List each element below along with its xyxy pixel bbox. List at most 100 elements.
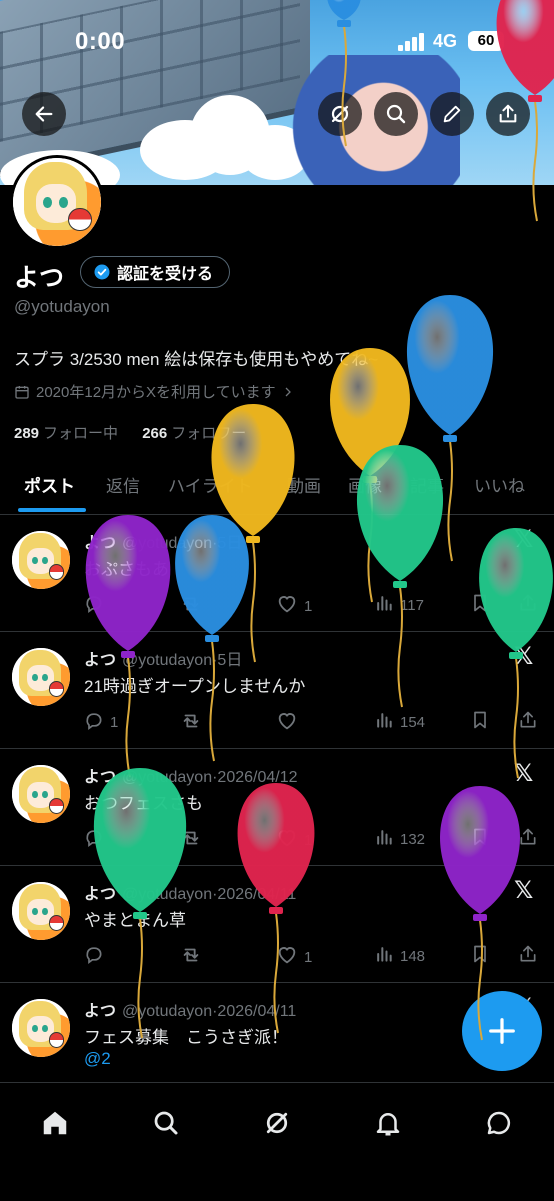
status-bar: 0:00 4G 60 [0, 0, 554, 80]
grok-icon [266, 1112, 288, 1134]
share-button[interactable] [486, 92, 530, 136]
status-time: 0:00 [75, 28, 126, 55]
like-button[interactable]: 1 [276, 827, 312, 853]
like-count: 1 [304, 948, 313, 966]
like-button[interactable]: 1 [276, 593, 312, 619]
retweet-button[interactable] [180, 827, 208, 853]
post[interactable]: よつ @yotudayon·5日 𝕏 おぷさもあ 1 117 [0, 515, 554, 632]
post-author[interactable]: よつ [84, 769, 116, 786]
bookmark-icon [470, 944, 490, 968]
post-author[interactable]: よつ [84, 652, 116, 669]
views-button[interactable]: 148 [374, 944, 425, 968]
post-handle: @yotudayon [122, 769, 213, 786]
post-date[interactable]: 2026/04/12 [217, 769, 297, 786]
profile-name: よつ [14, 264, 65, 292]
home-icon [43, 1111, 67, 1135]
post[interactable]: よつ @yotudayon·5日 𝕏 21時過ぎオープンしませんか 1 154 [0, 632, 554, 749]
post-meta: よつ @yotudayon·2026/04/11 [84, 880, 296, 904]
post-date[interactable]: 5日 [217, 535, 242, 552]
nav-notifications[interactable] [368, 1103, 408, 1143]
reply-icon [84, 593, 104, 617]
tab-highlights[interactable]: ハイライト [168, 472, 253, 497]
profile-avatar[interactable] [10, 155, 104, 249]
followers-link[interactable]: 266 フォロワー [142, 425, 246, 442]
avatar[interactable] [12, 765, 70, 823]
share-post-button[interactable] [518, 593, 538, 617]
nav-home[interactable] [35, 1103, 75, 1143]
bookmark-button[interactable] [470, 710, 490, 734]
post-date[interactable]: 2026/04/11 [217, 1003, 296, 1020]
x-logo-icon[interactable]: 𝕏 [514, 525, 533, 554]
post-author[interactable]: よつ [84, 535, 116, 552]
share-post-button[interactable] [518, 710, 538, 734]
avatar[interactable] [12, 648, 70, 706]
heart-icon [276, 593, 298, 619]
back-button[interactable] [22, 92, 66, 136]
share-icon [499, 104, 517, 123]
post-author[interactable]: よつ [84, 886, 116, 903]
views-button[interactable]: 117 [374, 593, 424, 617]
post-text: フェス募集 こうさぎ派！ [84, 1028, 288, 1047]
avatar[interactable] [12, 999, 70, 1057]
post[interactable]: よつ @yotudayon·2026/04/12 𝕏 おつフェスさも 1 132 [0, 749, 554, 866]
bookmark-button[interactable] [470, 593, 490, 617]
chevron-right-icon [285, 387, 291, 396]
following-link[interactable]: 289 フォロー中 [14, 425, 118, 442]
post-date[interactable]: 5日 [217, 652, 242, 669]
avatar[interactable] [12, 882, 70, 940]
share-post-button[interactable] [518, 944, 538, 968]
x-logo-icon[interactable]: 𝕏 [514, 642, 533, 671]
like-button[interactable] [276, 710, 304, 736]
grok-button[interactable] [318, 92, 362, 136]
nav-messages[interactable] [479, 1103, 519, 1143]
reply-icon [84, 710, 104, 734]
views-button[interactable]: 132 [374, 827, 425, 851]
tab-articles[interactable]: 記事 [410, 472, 444, 497]
heart-icon [276, 827, 298, 853]
search-button[interactable] [374, 92, 418, 136]
share-post-button[interactable] [518, 827, 538, 851]
profile-bio: スプラ 3/2530 men 絵は保存も使用もやめてね~ [14, 350, 379, 369]
retweet-button[interactable] [180, 710, 208, 736]
pencil-icon [443, 105, 461, 123]
edit-button[interactable] [430, 92, 474, 136]
post-text: おつフェスさも [84, 794, 203, 813]
joined-date[interactable]: 2020年12月からXを利用しています [14, 381, 294, 402]
x-logo-icon[interactable]: 𝕏 [514, 876, 533, 905]
share-icon [518, 827, 538, 851]
post-actions: 1 154 [84, 710, 544, 738]
reply-button[interactable] [84, 827, 110, 851]
reply-button[interactable] [84, 593, 110, 617]
bookmark-button[interactable] [470, 944, 490, 968]
retweet-button[interactable] [180, 593, 208, 619]
post-meta: よつ @yotudayon·2026/04/12 [84, 763, 298, 787]
reply-button[interactable]: 1 [84, 710, 118, 734]
reply-button[interactable] [84, 944, 110, 968]
avatar[interactable] [12, 531, 70, 589]
post-mention[interactable]: @2 [84, 1049, 111, 1069]
tab-posts[interactable]: ポスト [24, 472, 75, 497]
retweet-button[interactable] [180, 944, 208, 970]
calendar-icon [15, 385, 29, 399]
nav-grok[interactable] [257, 1103, 297, 1143]
battery-icon: 60 [468, 31, 504, 51]
verify-button[interactable]: 認証を受ける [80, 256, 231, 288]
following-label: フォロー中 [43, 425, 119, 442]
post[interactable]: よつ @yotudayon·2026/04/11 𝕏 やまとまん草 1 148 [0, 866, 554, 983]
nav-search[interactable] [146, 1103, 186, 1143]
post-actions: 1 117 [84, 593, 544, 621]
post-date[interactable]: 2026/04/11 [217, 886, 296, 903]
bookmark-button[interactable] [470, 827, 490, 851]
post-author[interactable]: よつ [84, 1003, 116, 1020]
tab-likes[interactable]: いいね [474, 472, 525, 497]
tab-videos[interactable]: 動画 [287, 472, 321, 497]
tab-replies[interactable]: 返信 [106, 472, 140, 497]
search-icon [386, 104, 406, 124]
x-logo-icon[interactable]: 𝕏 [514, 759, 533, 788]
views-button[interactable]: 154 [374, 710, 425, 734]
following-count: 289 [14, 425, 40, 442]
tab-photos[interactable]: 画像 [348, 472, 382, 497]
signal-icon [398, 33, 426, 51]
like-button[interactable]: 1 [276, 944, 312, 970]
compose-button[interactable] [462, 991, 542, 1071]
